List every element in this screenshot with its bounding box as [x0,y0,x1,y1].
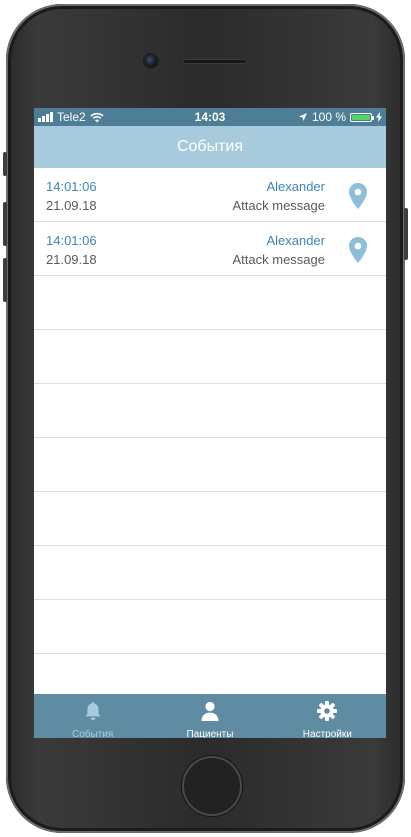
person-icon [201,701,219,721]
location-pin-icon[interactable] [348,236,368,264]
status-right: 100 % [298,110,382,124]
power-button [404,208,408,260]
event-message: Attack message [232,198,326,213]
tab-settings[interactable]: Настройки [269,694,386,738]
status-bar: Tele2 14:03 100 % [34,108,386,126]
home-button[interactable] [182,756,242,816]
gear-icon [317,701,338,721]
tab-bar: События Пациенты Настройки [34,694,386,738]
tab-patients-label: Пациенты [186,729,234,738]
location-pin-icon[interactable] [348,182,368,210]
navigation-bar: События [34,126,386,168]
earpiece-speaker [183,59,247,64]
front-camera [145,55,157,67]
bell-icon [85,702,101,720]
page-title: События [176,138,244,155]
empty-row [34,546,386,600]
event-row[interactable]: 14:01:06 21.09.18 Alexander Attack messa… [34,222,386,276]
event-row[interactable]: 14:01:06 21.09.18 Alexander Attack messa… [34,168,386,222]
event-date: 21.09.18 [46,252,97,267]
event-patient-name: Alexander [266,179,325,194]
empty-row [34,384,386,438]
mute-switch [3,152,7,176]
empty-row [34,276,386,330]
event-patient-name: Alexander [266,233,325,248]
tab-patients[interactable]: Пациенты [151,694,268,738]
empty-row [34,492,386,546]
events-list: 14:01:06 21.09.18 Alexander Attack messa… [34,168,386,708]
empty-row [34,600,386,654]
volume-down-button [3,258,7,302]
battery-icon [350,112,374,122]
tab-events[interactable]: События [34,694,151,738]
volume-up-button [3,202,7,246]
app-screen: Tele2 14:03 100 % События 14:01:06 21.09 [34,108,386,738]
charging-bolt-icon [376,112,382,122]
event-message: Attack message [232,252,326,267]
event-date: 21.09.18 [46,198,97,213]
empty-row [34,330,386,384]
event-time: 14:01:06 [46,179,97,194]
empty-row [34,438,386,492]
tab-events-label: События [72,729,114,738]
battery-percent: 100 % [311,110,346,124]
event-time: 14:01:06 [46,233,97,248]
location-arrow-icon [298,113,307,121]
tab-settings-label: Настройки [302,729,352,738]
